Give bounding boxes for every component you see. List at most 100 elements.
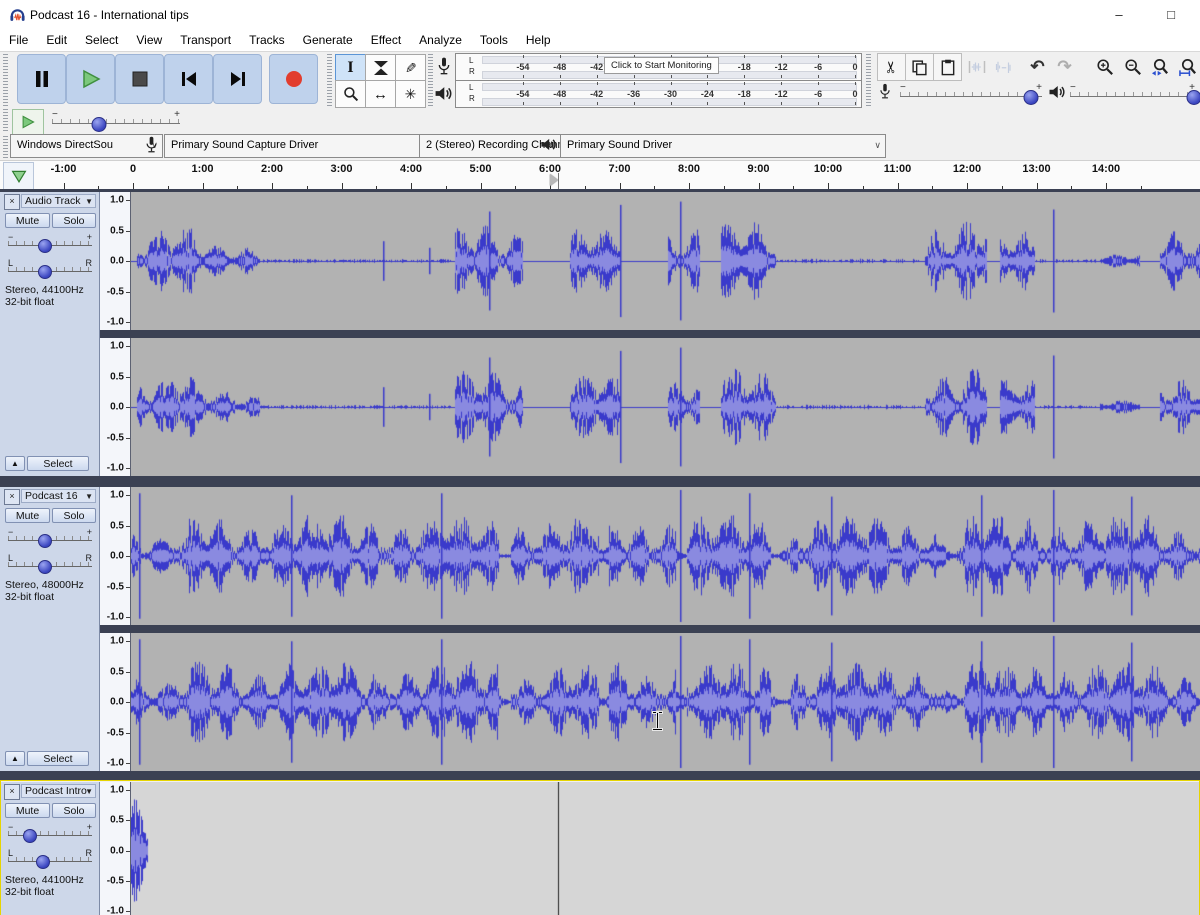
track-title-menu[interactable]: Podcast Intro▼ (21, 784, 96, 798)
pan-slider[interactable]: LR (6, 848, 94, 868)
time-shift-tool-button[interactable]: ↔ (365, 80, 396, 108)
solo-button[interactable]: Solo (52, 508, 96, 523)
menu-item-file[interactable]: File (0, 30, 37, 51)
playback-volume-thumb[interactable] (1186, 90, 1200, 105)
menu-item-select[interactable]: Select (76, 30, 127, 51)
waveform-channel[interactable] (131, 782, 1200, 915)
timeline-options-button[interactable] (3, 162, 34, 192)
time-ruler[interactable]: -1:0001:002:003:004:005:006:007:008:009:… (33, 161, 1200, 190)
mute-button[interactable]: Mute (5, 803, 50, 818)
zoom-out-button[interactable] (1118, 53, 1147, 81)
track-title-menu[interactable]: Audio Track▼ (21, 194, 96, 208)
pan-slider-thumb[interactable] (38, 265, 52, 279)
play-speed-slider[interactable]: −+ (52, 111, 180, 131)
menu-item-help[interactable]: Help (517, 30, 560, 51)
menu-item-analyze[interactable]: Analyze (410, 30, 471, 51)
record-button[interactable] (269, 54, 318, 104)
zoom-tool-button[interactable] (335, 80, 366, 108)
pan-slider-thumb[interactable] (36, 855, 50, 869)
track-control-panel-2[interactable]: ×Podcast 16▼MuteSolo−+LRStereo, 48000Hz3… (0, 487, 100, 771)
menu-item-tracks[interactable]: Tracks (240, 30, 294, 51)
tools-toolbar-grip[interactable] (327, 54, 332, 106)
menu-item-tools[interactable]: Tools (471, 30, 517, 51)
zoom-in-button[interactable] (1090, 53, 1119, 81)
playhead-marker-icon[interactable] (550, 174, 558, 186)
play-at-speed-button[interactable] (12, 109, 44, 135)
solo-button[interactable]: Solo (52, 803, 96, 818)
close-track-button[interactable]: × (4, 784, 20, 800)
recording-volume-slider[interactable]: −+ (900, 84, 1042, 104)
select-track-button[interactable]: Select (27, 456, 89, 471)
play-speed-thumb[interactable] (92, 117, 107, 132)
playback-device-select[interactable]: Primary Sound Driver ∨ (560, 134, 886, 158)
transport-toolbar-grip[interactable] (3, 54, 8, 106)
paste-button[interactable] (933, 53, 962, 81)
gain-slider[interactable]: −+ (6, 822, 94, 842)
vertical-scale-ruler[interactable]: 1.00.50.0-0.5-1.0 (100, 782, 131, 915)
gain-slider[interactable]: −+ (6, 527, 94, 547)
collapse-track-button[interactable]: ▲ (5, 751, 25, 766)
play-at-speed-grip[interactable] (3, 109, 8, 133)
gain-slider-thumb[interactable] (23, 829, 37, 843)
pan-slider-thumb[interactable] (38, 560, 52, 574)
vertical-scale-ruler[interactable]: 1.00.50.0-0.5-1.0 (100, 633, 131, 771)
mute-button[interactable]: Mute (5, 508, 50, 523)
maximize-button[interactable]: □ (1148, 0, 1194, 30)
track-control-panel-3[interactable]: ×Podcast Intro▼MuteSolo−+LRStereo, 44100… (0, 782, 100, 915)
menu-item-generate[interactable]: Generate (294, 30, 362, 51)
pan-slider[interactable]: LR (6, 258, 94, 278)
recording-meter[interactable]: LR-54-48-42-36-30-24-18-12-60Click to St… (455, 53, 862, 81)
undo-button[interactable]: ↶ (1023, 53, 1052, 81)
recording-device-select[interactable]: Primary Sound Capture Driver ∨ (164, 134, 440, 158)
menu-item-edit[interactable]: Edit (37, 30, 76, 51)
waveform-channel[interactable] (131, 192, 1200, 330)
vertical-scale-ruler[interactable]: 1.00.50.0-0.5-1.0 (100, 487, 131, 625)
menu-item-view[interactable]: View (127, 30, 171, 51)
close-track-button[interactable]: × (4, 489, 20, 505)
playback-meter[interactable]: LR-54-48-42-36-30-24-18-12-60 (455, 80, 862, 108)
mute-button[interactable]: Mute (5, 213, 50, 228)
playback-volume-slider[interactable]: −+ (1070, 84, 1195, 104)
silence-audio-button[interactable] (989, 53, 1018, 81)
track-control-panel-1[interactable]: ×Audio Track▼MuteSolo−+LRStereo, 44100Hz… (0, 192, 100, 476)
collapse-track-button[interactable]: ▲ (5, 456, 25, 471)
solo-button[interactable]: Solo (52, 213, 96, 228)
redo-button[interactable]: ↷ (1050, 53, 1079, 81)
pause-button[interactable] (17, 54, 66, 104)
monitoring-overlay[interactable]: Click to Start Monitoring (604, 57, 719, 74)
multi-tool-button[interactable]: ✳ (395, 80, 426, 108)
play-button[interactable] (66, 54, 115, 104)
cut-button[interactable]: ✂ (877, 53, 906, 81)
pan-slider[interactable]: LR (6, 553, 94, 573)
gain-slider-thumb[interactable] (38, 534, 52, 548)
track-title-menu[interactable]: Podcast 16▼ (21, 489, 96, 503)
copy-button[interactable] (905, 53, 934, 81)
select-track-button[interactable]: Select (27, 751, 89, 766)
skip-to-start-button[interactable] (164, 54, 213, 104)
edit-toolbar-grip[interactable] (866, 54, 871, 106)
fit-project-button[interactable] (1174, 53, 1200, 81)
trim-audio-button[interactable] (962, 53, 991, 81)
device-toolbar-grip[interactable] (3, 136, 8, 158)
gain-slider[interactable]: −+ (6, 232, 94, 252)
vertical-scale-ruler[interactable]: 1.00.50.0-0.5-1.0 (100, 192, 131, 330)
gain-slider-thumb[interactable] (38, 239, 52, 253)
vertical-scale-ruler[interactable]: 1.00.50.0-0.5-1.0 (100, 338, 131, 476)
record-meter-mic-icon[interactable] (436, 57, 452, 77)
meter-toolbar-grip[interactable] (428, 54, 433, 106)
minimize-button[interactable]: – (1096, 0, 1142, 30)
playback-meter-speaker-icon[interactable] (434, 84, 453, 103)
audio-host-select[interactable]: Windows DirectSou ∨ (10, 134, 163, 158)
menu-item-effect[interactable]: Effect (362, 30, 410, 51)
skip-to-end-button[interactable] (213, 54, 262, 104)
draw-tool-button[interactable]: ✎ (395, 54, 426, 82)
waveform-channel[interactable] (131, 633, 1200, 771)
zoom-to-selection-button[interactable] (1146, 53, 1175, 81)
waveform-channel[interactable] (131, 338, 1200, 476)
menu-item-transport[interactable]: Transport (171, 30, 240, 51)
stop-button[interactable] (115, 54, 164, 104)
envelope-tool-button[interactable] (365, 54, 396, 82)
waveform-channel[interactable] (131, 487, 1200, 625)
close-track-button[interactable]: × (4, 194, 20, 210)
selection-tool-button[interactable]: I (335, 54, 366, 82)
